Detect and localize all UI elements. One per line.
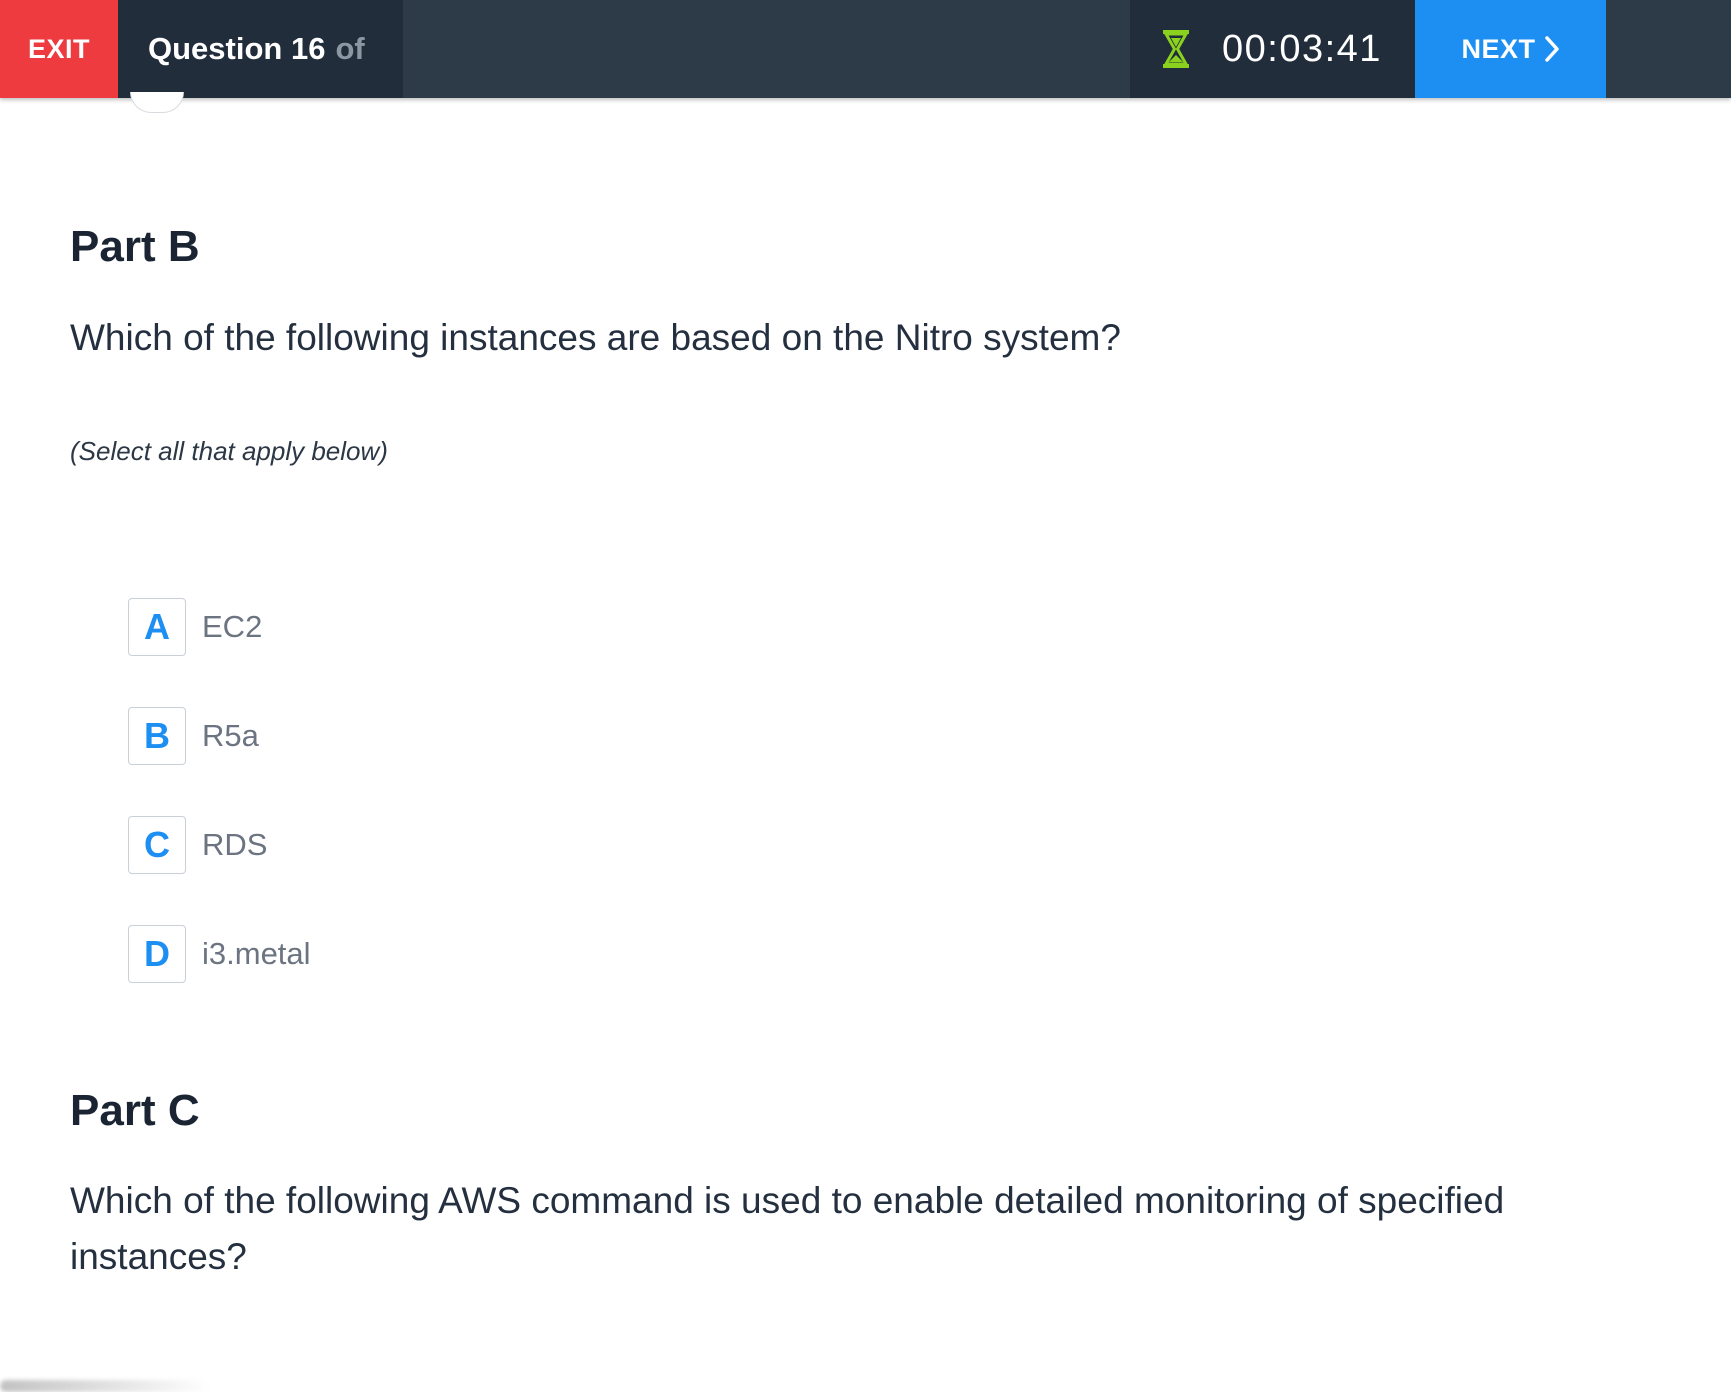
option-c[interactable]: C RDS <box>128 816 267 874</box>
timer: 00:03:41 <box>1130 0 1415 98</box>
question-counter: Question 16 of <box>118 0 403 98</box>
part-c-question: Which of the following AWS command is us… <box>70 1180 1505 1277</box>
option-letter: D <box>128 925 186 983</box>
option-letter: B <box>128 707 186 765</box>
timer-value: 00:03:41 <box>1222 27 1382 70</box>
next-button[interactable]: NEXT <box>1415 0 1606 98</box>
option-label: EC2 <box>202 609 263 644</box>
next-label: NEXT <box>1461 33 1536 64</box>
option-letter: C <box>128 816 186 874</box>
top-bar: EXIT Question 16 of 00:03:41 NEXT <box>0 0 1731 98</box>
hourglass-icon <box>1163 30 1189 68</box>
chevron-right-icon <box>1544 36 1559 62</box>
question-of: of <box>335 31 365 66</box>
question-number: Question 16 <box>148 31 326 66</box>
part-b-instruction: (Select all that apply below) <box>70 436 388 466</box>
option-a[interactable]: A EC2 <box>128 598 262 656</box>
exit-label: EXIT <box>27 33 90 64</box>
option-label: RDS <box>202 827 268 862</box>
option-letter: A <box>128 598 186 656</box>
option-b[interactable]: B R5a <box>128 707 259 765</box>
scroll-shadow <box>0 1380 210 1392</box>
option-label: R5a <box>202 718 259 753</box>
progress-indicator <box>130 92 184 113</box>
exit-button[interactable]: EXIT <box>0 0 118 98</box>
part-b-question: Which of the following instances are bas… <box>70 317 1121 358</box>
option-d[interactable]: D i3.metal <box>128 925 311 983</box>
part-c-title: Part C <box>70 1086 200 1135</box>
option-label: i3.metal <box>202 936 311 971</box>
part-b-title: Part B <box>70 222 200 271</box>
